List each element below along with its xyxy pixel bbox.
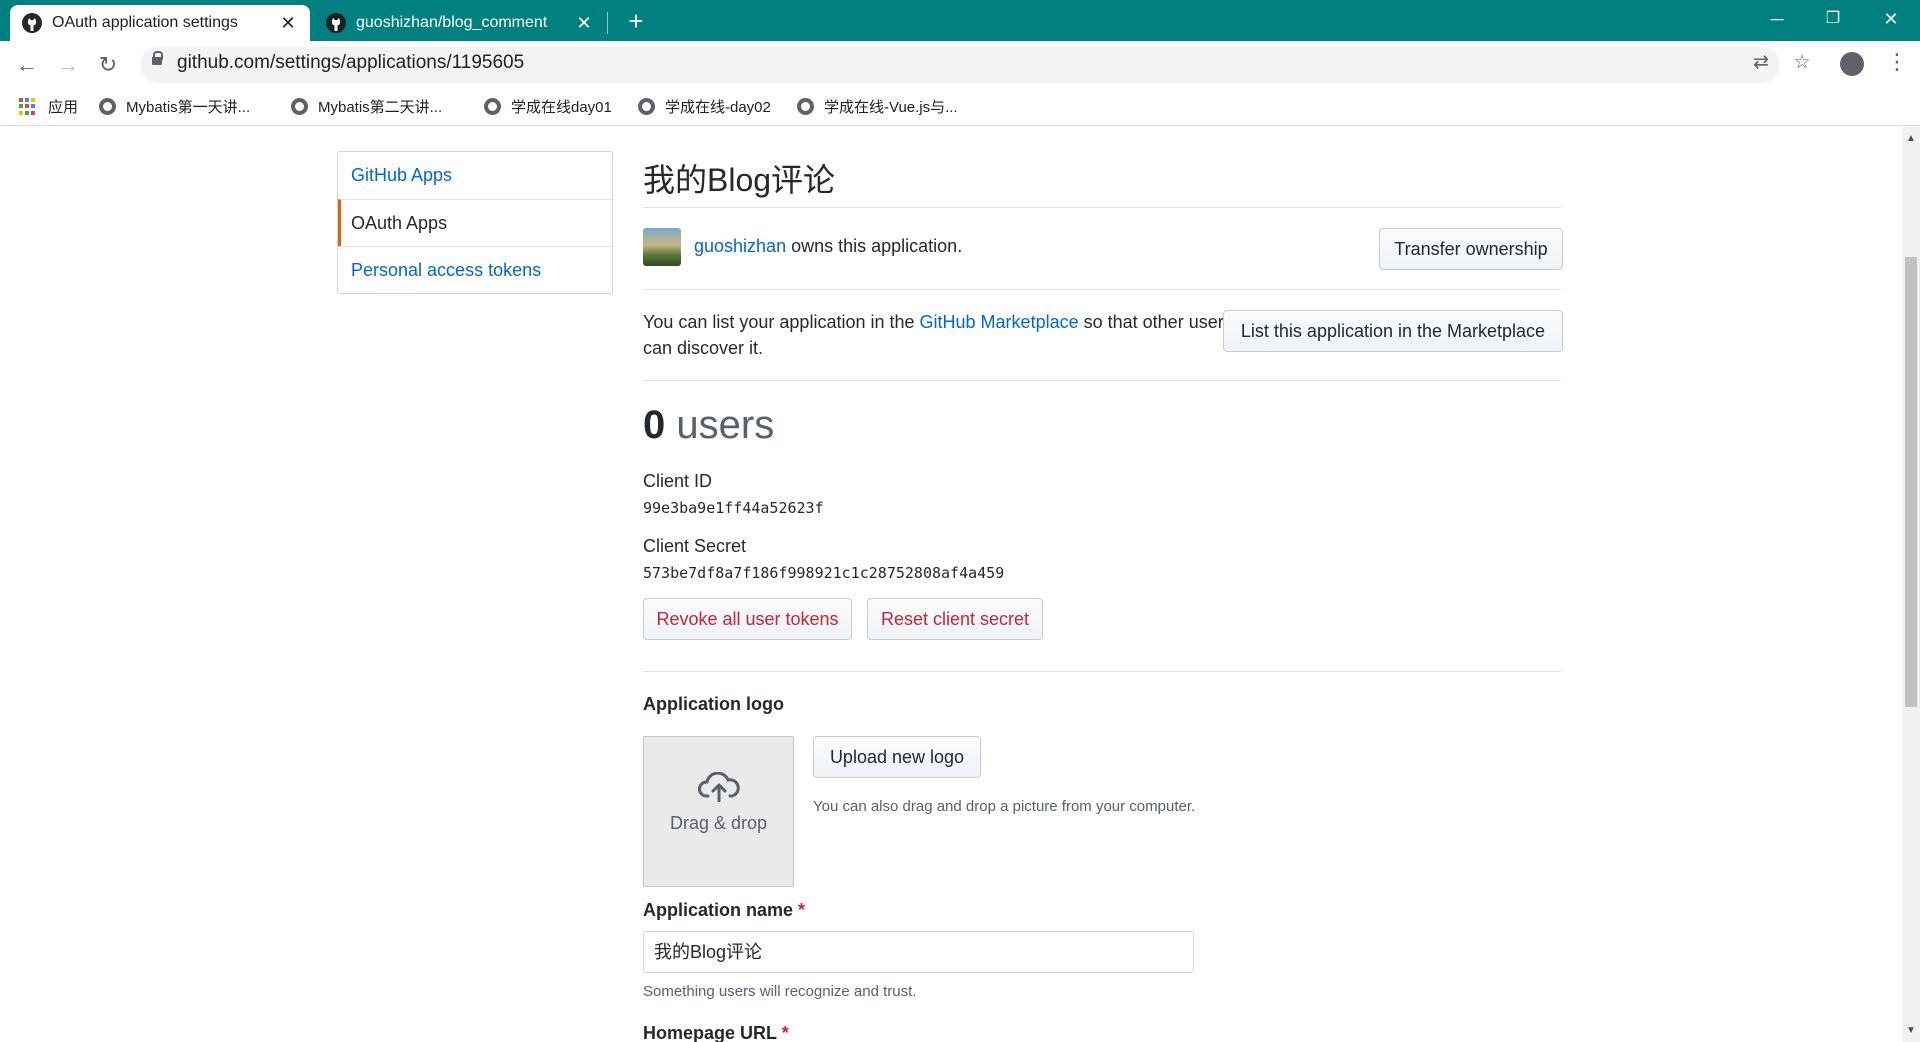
- scrollbar-thumb[interactable]: [1905, 257, 1917, 707]
- client-secret-label: Client Secret: [643, 536, 747, 556]
- required-mark: *: [798, 900, 806, 920]
- client-secret-value: 573be7df8a7f186f998921c1c28752808af4a459: [643, 564, 1005, 582]
- url-text[interactable]: github.com/settings/applications/1195605: [177, 52, 524, 74]
- bookmark-item[interactable]: 学成在线day01: [484, 96, 612, 117]
- bookmark-star-icon[interactable]: ☆: [1790, 51, 1814, 75]
- tab-title: OAuth application settings: [52, 14, 238, 31]
- bookmark-label: 学成在线-day02: [665, 99, 771, 116]
- scroll-down-arrow-icon[interactable]: ▼: [1902, 1025, 1920, 1036]
- tab-oauth-settings[interactable]: OAuth application settings ✕: [10, 5, 310, 41]
- tab-strip: OAuth application settings ✕ guoshizhan/…: [0, 0, 1920, 41]
- bookmark-label: 学成在线day01: [511, 99, 612, 116]
- marketplace-text-line2: can discover it.: [643, 338, 764, 358]
- client-id-value: 99e3ba9e1ff44a52623f: [643, 499, 824, 517]
- page-scrollbar[interactable]: ▲ ▼: [1902, 127, 1920, 1042]
- owner-suffix: owns this application.: [791, 236, 963, 256]
- divider: [643, 289, 1561, 290]
- github-icon: [326, 13, 346, 33]
- dropzone-text: Drag & drop: [669, 813, 768, 833]
- globe-icon: [99, 98, 116, 115]
- bookmark-item[interactable]: Mybatis第二天讲...: [291, 96, 442, 117]
- upload-cloud-icon: [698, 772, 740, 802]
- profile-avatar-icon[interactable]: [1840, 52, 1864, 76]
- bookmark-item[interactable]: 学成在线-day02: [638, 96, 771, 117]
- sidebar-item-personal-access-tokens[interactable]: Personal access tokens: [338, 246, 612, 293]
- close-tab-icon[interactable]: ✕: [574, 13, 594, 34]
- settings-sidebar: GitHub Apps OAuth Apps Personal access t…: [337, 151, 613, 294]
- divider: [643, 207, 1561, 208]
- sidebar-item-github-apps[interactable]: GitHub Apps: [338, 152, 612, 199]
- bookmark-label: 应用: [48, 99, 79, 116]
- users-count: 0 users: [643, 403, 774, 448]
- reset-client-secret-button[interactable]: Reset client secret: [867, 598, 1043, 640]
- bookmark-apps[interactable]: 应用: [19, 96, 78, 117]
- lock-icon: [152, 51, 163, 65]
- required-mark: *: [781, 1023, 789, 1042]
- globe-icon: [797, 98, 814, 115]
- revoke-all-user-tokens-button[interactable]: Revoke all user tokens: [643, 598, 852, 640]
- globe-icon: [638, 98, 655, 115]
- users-count-number: 0: [643, 403, 666, 447]
- divider: [643, 671, 1561, 672]
- owner-avatar[interactable]: [643, 228, 681, 266]
- marketplace-text-line1: You can list your application in the Git…: [643, 312, 1233, 333]
- marketplace-suffix: so that other users: [1083, 312, 1233, 332]
- back-button[interactable]: ←: [11, 49, 43, 81]
- translate-icon[interactable]: ⇄: [1749, 51, 1773, 75]
- client-id-label: Client ID: [643, 471, 713, 491]
- globe-icon: [484, 98, 501, 115]
- close-window-button[interactable]: ✕: [1868, 4, 1914, 34]
- page-title: 我的Blog评论: [643, 162, 836, 198]
- reload-button[interactable]: ↻: [92, 49, 124, 81]
- owner-line: guoshizhan owns this application.: [694, 236, 962, 257]
- forward-button[interactable]: →: [52, 49, 84, 81]
- upload-new-logo-button[interactable]: Upload new logo: [813, 736, 981, 778]
- tab-title: guoshizhan/blog_comment: [356, 14, 548, 31]
- logo-help-text: You can also drag and drop a picture fro…: [813, 798, 1196, 815]
- application-name-label: Application name *: [643, 900, 805, 921]
- logo-dropzone[interactable]: Drag & drop: [643, 736, 794, 887]
- list-in-marketplace-button[interactable]: List this application in the Marketplace: [1223, 310, 1563, 352]
- users-count-label: users: [676, 403, 775, 447]
- marketplace-prefix: You can list your application in the: [643, 312, 915, 332]
- browser-menu-icon[interactable]: ⋮: [1886, 50, 1908, 74]
- new-tab-button[interactable]: +: [622, 7, 650, 35]
- sidebar-item-oauth-apps[interactable]: OAuth Apps: [338, 199, 612, 246]
- globe-icon: [291, 98, 308, 115]
- minimize-button[interactable]: ─: [1754, 4, 1800, 34]
- owner-username-link[interactable]: guoshizhan: [694, 236, 786, 256]
- application-name-help: Something users will recognize and trust…: [643, 983, 917, 1000]
- homepage-url-label-text: Homepage URL: [643, 1023, 777, 1042]
- homepage-url-label: Homepage URL *: [643, 1023, 789, 1042]
- bookmark-item[interactable]: Mybatis第一天讲...: [99, 96, 250, 117]
- transfer-ownership-button[interactable]: Transfer ownership: [1379, 228, 1563, 270]
- github-icon: [22, 13, 42, 33]
- bookmark-item[interactable]: 学成在线-Vue.js与...: [797, 96, 958, 117]
- scroll-up-arrow-icon[interactable]: ▲: [1902, 133, 1920, 144]
- close-tab-icon[interactable]: ✕: [278, 13, 298, 34]
- restore-button[interactable]: ❐: [1810, 4, 1856, 34]
- bookmark-label: Mybatis第二天讲...: [318, 99, 443, 116]
- github-marketplace-link[interactable]: GitHub Marketplace: [920, 312, 1079, 332]
- bookmark-label: 学成在线-Vue.js与...: [824, 99, 958, 116]
- application-name-label-text: Application name: [643, 900, 794, 920]
- page-content: GitHub Apps OAuth Apps Personal access t…: [0, 127, 1902, 1042]
- bookmark-label: Mybatis第一天讲...: [126, 99, 251, 116]
- apps-grid-icon: [19, 98, 36, 115]
- bookmarks-bar: 应用 Mybatis第一天讲... Mybatis第二天讲... 学成在线day…: [0, 88, 1920, 126]
- application-name-input[interactable]: 我的Blog评论: [643, 931, 1194, 973]
- tab-blog-comment[interactable]: guoshizhan/blog_comment ✕: [314, 5, 606, 41]
- application-logo-label: Application logo: [643, 694, 784, 714]
- divider: [643, 380, 1561, 381]
- tab-separator: [607, 12, 608, 34]
